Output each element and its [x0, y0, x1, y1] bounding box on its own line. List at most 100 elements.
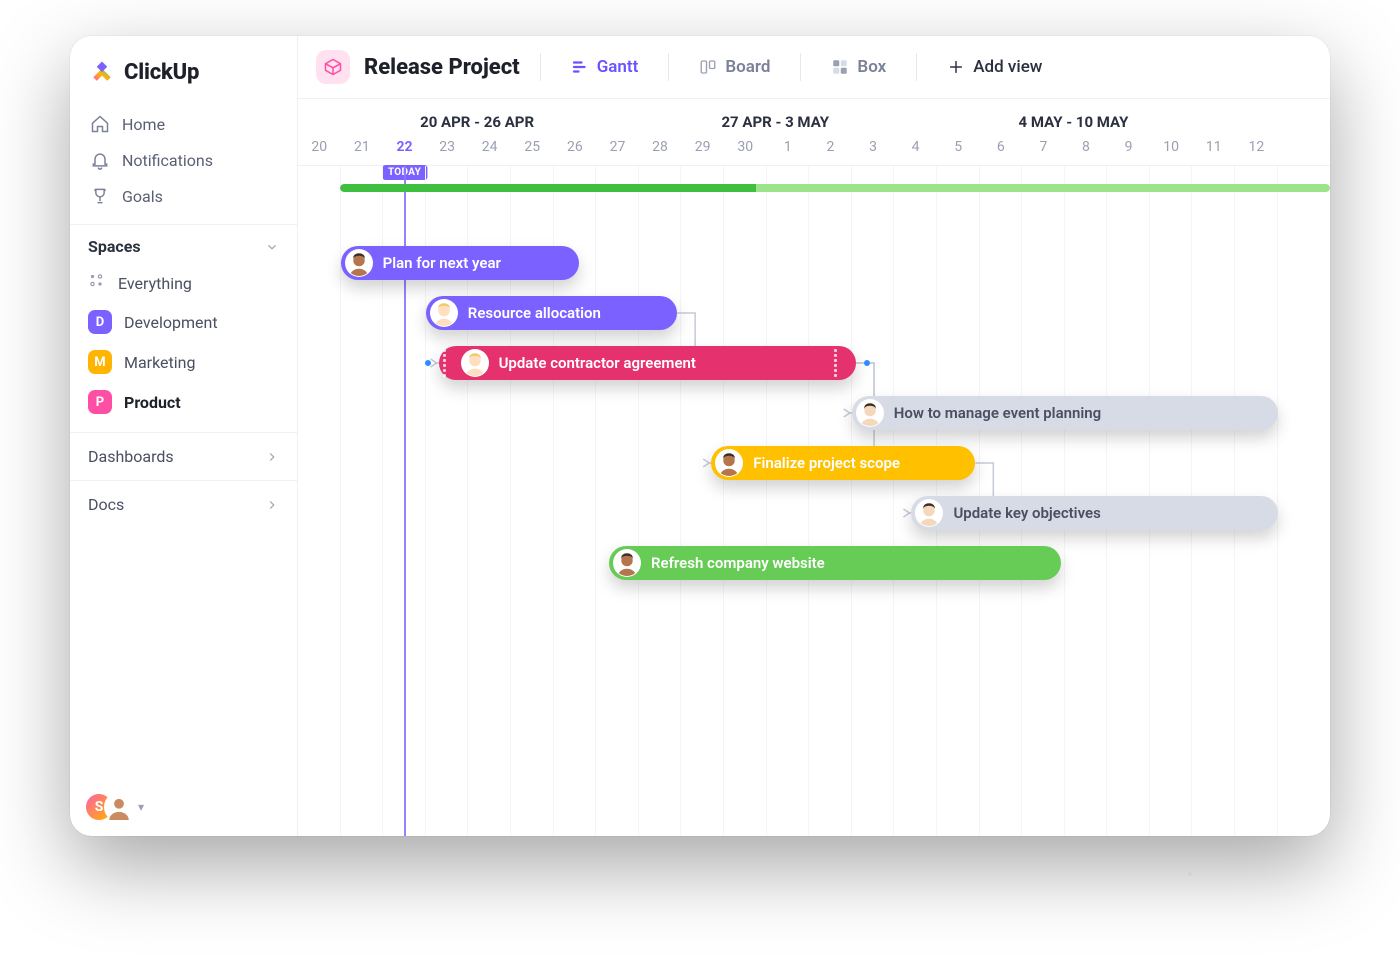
task-bar[interactable]: Resource allocation: [426, 296, 677, 330]
day-cell[interactable]: 30: [724, 131, 767, 165]
trophy-icon: [90, 186, 110, 206]
project-icon[interactable]: [316, 50, 350, 84]
spaces-header[interactable]: Spaces: [70, 224, 297, 264]
day-cell[interactable]: 26: [554, 131, 597, 165]
space-label: Development: [124, 313, 218, 332]
home-icon: [90, 114, 110, 134]
caret-down-icon: ▾: [138, 800, 144, 814]
view-tab-gantt[interactable]: Gantt: [561, 51, 649, 83]
task-label: Refresh company website: [651, 554, 825, 572]
chevron-right-icon: [265, 450, 279, 464]
add-view-label: Add view: [973, 57, 1042, 77]
task-bar[interactable]: How to manage event planning: [852, 396, 1278, 430]
view-label: Box: [857, 57, 886, 77]
task-label: Finalize project scope: [753, 454, 900, 472]
task-label: How to manage event planning: [894, 404, 1101, 422]
task-bar[interactable]: Refresh company website: [609, 546, 1061, 580]
task-bar[interactable]: Update key objectives: [911, 496, 1277, 530]
drag-handle-icon[interactable]: [834, 349, 842, 377]
plus-icon: [947, 58, 965, 76]
row-label: Docs: [88, 495, 124, 514]
assignee-avatar[interactable]: [461, 349, 489, 377]
sidebar-space-marketing[interactable]: M Marketing: [70, 342, 297, 382]
day-cell[interactable]: 24: [468, 131, 511, 165]
day-cell[interactable]: 7: [1022, 131, 1065, 165]
brand-logo[interactable]: ClickUp: [70, 36, 297, 104]
main: Release Project Gantt Board Box: [298, 36, 1330, 836]
row-label: Dashboards: [88, 447, 174, 466]
grid-dots-icon: [88, 272, 106, 294]
view-tab-box[interactable]: Box: [821, 51, 896, 83]
sidebar-item-everything[interactable]: Everything: [70, 264, 297, 302]
day-cell[interactable]: 21: [341, 131, 384, 165]
space-badge: M: [88, 350, 112, 374]
day-cell[interactable]: 22: [383, 131, 426, 165]
task-label: Plan for next year: [383, 254, 501, 272]
day-cell[interactable]: 5: [937, 131, 980, 165]
spaces-header-label: Spaces: [88, 237, 141, 256]
sidebar-docs[interactable]: Docs: [70, 480, 297, 528]
dependency-dot[interactable]: [864, 360, 870, 366]
nav-label: Goals: [122, 187, 163, 206]
user-avatar-photo: [104, 792, 134, 822]
day-cell[interactable]: 4: [894, 131, 937, 165]
cube-icon: [323, 57, 343, 77]
assignee-avatar[interactable]: [715, 449, 743, 477]
task-label: Resource allocation: [468, 304, 601, 322]
nav-goals[interactable]: Goals: [80, 178, 287, 214]
space-label: Product: [124, 393, 181, 412]
day-cell[interactable]: 20: [298, 131, 341, 165]
day-cell[interactable]: 10: [1150, 131, 1193, 165]
day-cell[interactable]: 2: [809, 131, 852, 165]
project-title: Release Project: [364, 55, 520, 80]
day-cell[interactable]: 11: [1192, 131, 1235, 165]
space-label: Marketing: [124, 353, 195, 372]
day-cell[interactable]: 25: [511, 131, 554, 165]
app-window: ClickUp Home Notifications Goals: [70, 36, 1330, 836]
gantt-chart[interactable]: Plan for next year Resource allocation U…: [298, 166, 1330, 836]
view-tab-board[interactable]: Board: [689, 51, 780, 83]
nav-notifications[interactable]: Notifications: [80, 142, 287, 178]
week-label: 4 MAY - 10 MAY: [924, 113, 1222, 131]
task-bar[interactable]: Finalize project scope: [711, 446, 975, 480]
add-view-button[interactable]: Add view: [937, 51, 1052, 83]
assignee-avatar[interactable]: [915, 499, 943, 527]
day-cell[interactable]: 29: [681, 131, 724, 165]
assignee-avatar[interactable]: [856, 399, 884, 427]
sidebar-user[interactable]: S ▾: [84, 792, 144, 822]
day-cell[interactable]: 6: [980, 131, 1023, 165]
chevron-down-icon: [265, 240, 279, 254]
chevron-right-icon: [265, 498, 279, 512]
dependency-dot[interactable]: [425, 360, 431, 366]
view-label: Board: [725, 57, 770, 77]
sidebar-dashboards[interactable]: Dashboards: [70, 433, 297, 480]
topbar: Release Project Gantt Board Box: [298, 36, 1330, 99]
drag-handle-icon[interactable]: [443, 349, 451, 377]
nav-home[interactable]: Home: [80, 106, 287, 142]
day-cell[interactable]: 3: [852, 131, 895, 165]
day-cell[interactable]: 12: [1235, 131, 1278, 165]
task-bar[interactable]: Plan for next year: [341, 246, 580, 280]
day-cell[interactable]: 9: [1107, 131, 1150, 165]
assignee-avatar[interactable]: [430, 299, 458, 327]
day-cell[interactable]: 8: [1065, 131, 1108, 165]
assignee-avatar[interactable]: [613, 549, 641, 577]
assignee-avatar[interactable]: [345, 249, 373, 277]
day-cell[interactable]: 28: [639, 131, 682, 165]
space-badge: D: [88, 310, 112, 334]
view-label: Gantt: [597, 57, 639, 77]
day-cell[interactable]: 27: [596, 131, 639, 165]
nav-label: Notifications: [122, 151, 213, 170]
sidebar-space-development[interactable]: D Development: [70, 302, 297, 342]
sidebar-space-product[interactable]: P Product: [70, 382, 297, 422]
divider: [800, 53, 801, 81]
space-badge: P: [88, 390, 112, 414]
task-label: Update key objectives: [953, 504, 1100, 522]
brand-name: ClickUp: [124, 60, 199, 85]
task-label: Update contractor agreement: [499, 354, 696, 372]
day-cell[interactable]: 1: [767, 131, 810, 165]
board-icon: [699, 58, 717, 76]
task-bar[interactable]: Update contractor agreement: [439, 346, 856, 380]
overall-progress: [340, 184, 1330, 192]
day-cell[interactable]: 23: [426, 131, 469, 165]
